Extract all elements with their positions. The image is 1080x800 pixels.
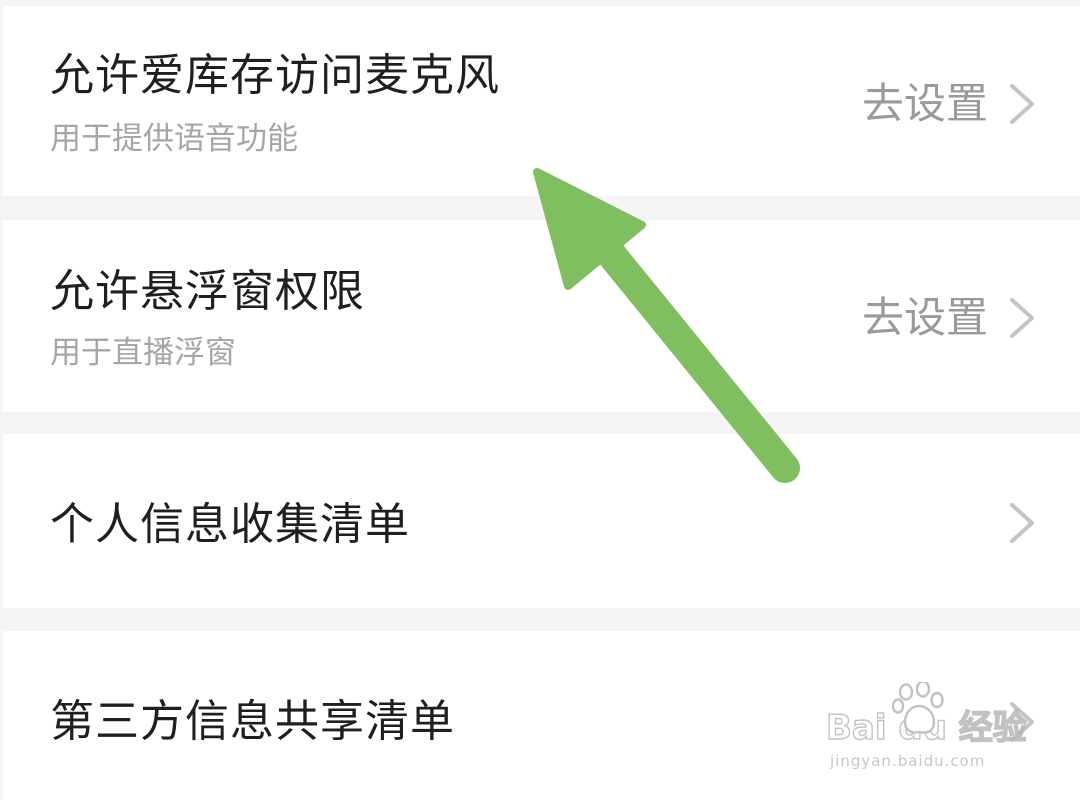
setting-title: 允许爱库存访问麦克风 (50, 50, 500, 101)
go-settings-button[interactable]: 去设置 (862, 79, 988, 129)
chevron-right-icon[interactable] (1006, 295, 1040, 341)
setting-row-floating-window[interactable]: 允许悬浮窗权限 用于直播浮窗 去设置 (3, 220, 1080, 412)
setting-row-personal-info-list[interactable]: 个人信息收集清单 (3, 434, 1080, 608)
permission-settings-page: 允许爱库存访问麦克风 用于提供语音功能 去设置 允许悬浮窗权限 用于直播浮窗 去… (0, 0, 1080, 800)
setting-subtitle: 用于提供语音功能 (50, 121, 298, 157)
go-settings-button[interactable]: 去设置 (862, 293, 988, 343)
chevron-right-icon[interactable] (1006, 81, 1040, 127)
chevron-right-icon[interactable] (1006, 500, 1040, 546)
setting-title: 个人信息收集清单 (50, 499, 410, 550)
setting-row-third-party-share-list[interactable]: 第三方信息共享清单 (3, 631, 1080, 800)
chevron-right-icon[interactable] (1006, 699, 1040, 745)
setting-title: 第三方信息共享清单 (50, 696, 455, 747)
setting-row-microphone[interactable]: 允许爱库存访问麦克风 用于提供语音功能 去设置 (3, 6, 1080, 196)
setting-subtitle: 用于直播浮窗 (50, 335, 236, 371)
setting-title: 允许悬浮窗权限 (50, 266, 365, 317)
